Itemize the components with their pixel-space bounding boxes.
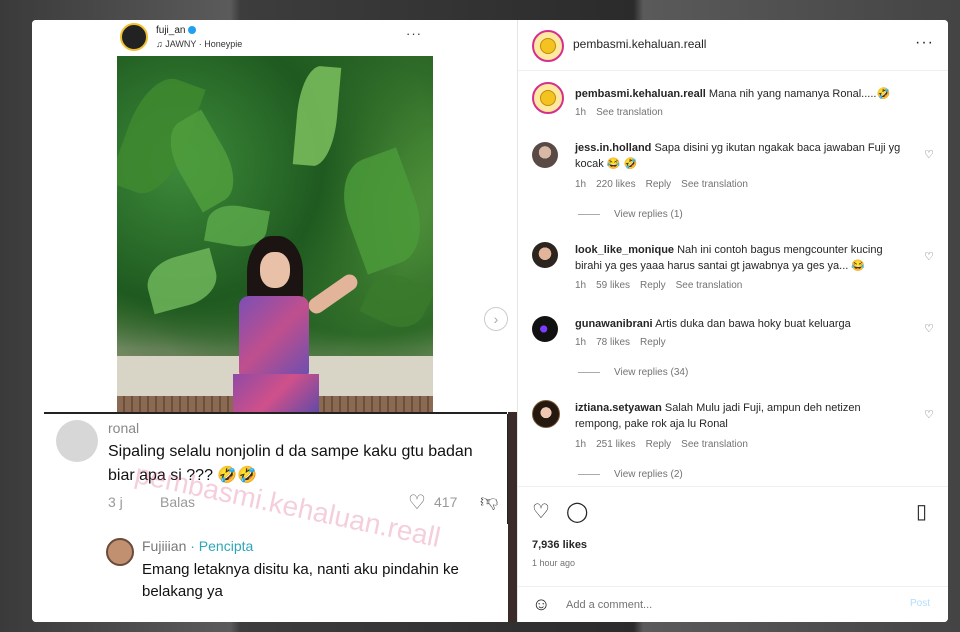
view-replies-button[interactable]: View replies (34) [578, 367, 688, 378]
add-comment-bar: ☺ Post [518, 586, 948, 622]
reply-avatar [106, 538, 134, 566]
reply-button[interactable]: Reply [646, 439, 672, 450]
emoji-icon[interactable]: ☺ [532, 594, 550, 615]
heart-icon: ♡ [408, 492, 426, 514]
comment-username[interactable]: gunawanibrani [575, 318, 653, 330]
next-image-button[interactable]: › [484, 307, 508, 331]
comment-time: 1h [575, 280, 587, 291]
post-actions: ♡ ◯ ▯ 7,936 likes 1 hour ago [518, 486, 948, 586]
reply-button[interactable]: Reply [640, 280, 666, 291]
more-icon: ··· [406, 26, 422, 41]
reply-button[interactable]: Reply [646, 179, 672, 190]
like-heart-icon[interactable]: ♡ [924, 322, 934, 335]
post-photo [117, 56, 433, 412]
caption-see-translation[interactable]: See translation [596, 107, 663, 118]
post-button[interactable]: Post [910, 598, 930, 609]
photo-edge [508, 412, 517, 622]
reply-text: Emang letaknya disitu ka, nanti aku pind… [142, 561, 459, 600]
comment-icon[interactable]: ◯ [566, 499, 588, 524]
comment-likes[interactable]: 251 likes [596, 439, 635, 450]
comment-time: 1h [575, 337, 587, 348]
tiktok-avatar [120, 23, 148, 51]
tiktok-music: ♫ JAWNY · Honeypie [156, 39, 243, 49]
likes-count[interactable]: 7,936 likes [532, 539, 587, 551]
like-heart-icon[interactable]: ♡ [532, 499, 550, 524]
comment-username[interactable]: look_like_monique [575, 244, 674, 256]
caption-avatar[interactable] [532, 82, 564, 114]
reply-button[interactable]: Reply [640, 337, 666, 348]
bookmark-icon[interactable]: ▯ [916, 499, 927, 524]
post-modal: fuji_an ♫ JAWNY · Honeypie ··· › ronal S… [32, 20, 948, 622]
comment-likes: 417 [434, 494, 458, 510]
caption-username[interactable]: pembasmi.kehaluan.reall [575, 88, 706, 100]
comment-username[interactable]: jess.in.holland [575, 142, 651, 154]
caption-text: Mana nih yang namanya Ronal.....🤣 [708, 88, 891, 100]
comment-likes[interactable]: 78 likes [596, 337, 630, 348]
verified-icon [188, 26, 197, 35]
author-avatar[interactable] [532, 30, 564, 62]
creator-badge: · Pencipta [190, 538, 254, 554]
caption-time: 1h [575, 107, 587, 118]
tiktok-header: fuji_an ♫ JAWNY · Honeypie ··· [120, 20, 432, 56]
post-details: pembasmi.kehaluan.reall ··· pembasmi.keh… [517, 20, 948, 622]
dislike-icon: 👎︎ [480, 491, 499, 511]
comment-text: Artis duka dan bawa hoky buat keluarga [655, 318, 851, 330]
commenter-username: ronal [108, 420, 140, 436]
post-header: pembasmi.kehaluan.reall ··· [518, 20, 948, 71]
comment-time: 1h [575, 179, 587, 190]
post-time: 1 hour ago [532, 558, 576, 568]
view-replies-button[interactable]: View replies (2) [578, 469, 683, 480]
add-comment-input[interactable] [566, 595, 886, 615]
see-translation-button[interactable]: See translation [676, 280, 743, 291]
see-translation-button[interactable]: See translation [681, 439, 748, 450]
comment-age: 3 j [108, 494, 123, 510]
comment-avatar[interactable] [532, 142, 558, 168]
tiktok-username: fuji_an [156, 25, 186, 36]
comment-username[interactable]: iztiana.setyawan [575, 402, 662, 414]
comment-likes[interactable]: 220 likes [596, 179, 635, 190]
author-username[interactable]: pembasmi.kehaluan.reall [573, 37, 706, 51]
more-options-icon[interactable]: ··· [915, 34, 934, 52]
see-translation-button[interactable]: See translation [681, 179, 748, 190]
comment-avatar[interactable] [532, 316, 558, 342]
comment-time: 1h [575, 439, 587, 450]
comment-avatar[interactable] [532, 400, 560, 428]
like-heart-icon[interactable]: ♡ [924, 250, 934, 263]
view-replies-button[interactable]: View replies (1) [578, 209, 683, 220]
like-heart-icon[interactable]: ♡ [924, 408, 934, 421]
comment-avatar[interactable] [532, 242, 558, 268]
commenter-avatar [56, 420, 98, 462]
comment-likes[interactable]: 59 likes [596, 280, 630, 291]
like-heart-icon[interactable]: ♡ [924, 148, 934, 161]
post-media: fuji_an ♫ JAWNY · Honeypie ··· › ronal S… [32, 20, 517, 622]
reply-username: Fujiiian [142, 538, 187, 554]
